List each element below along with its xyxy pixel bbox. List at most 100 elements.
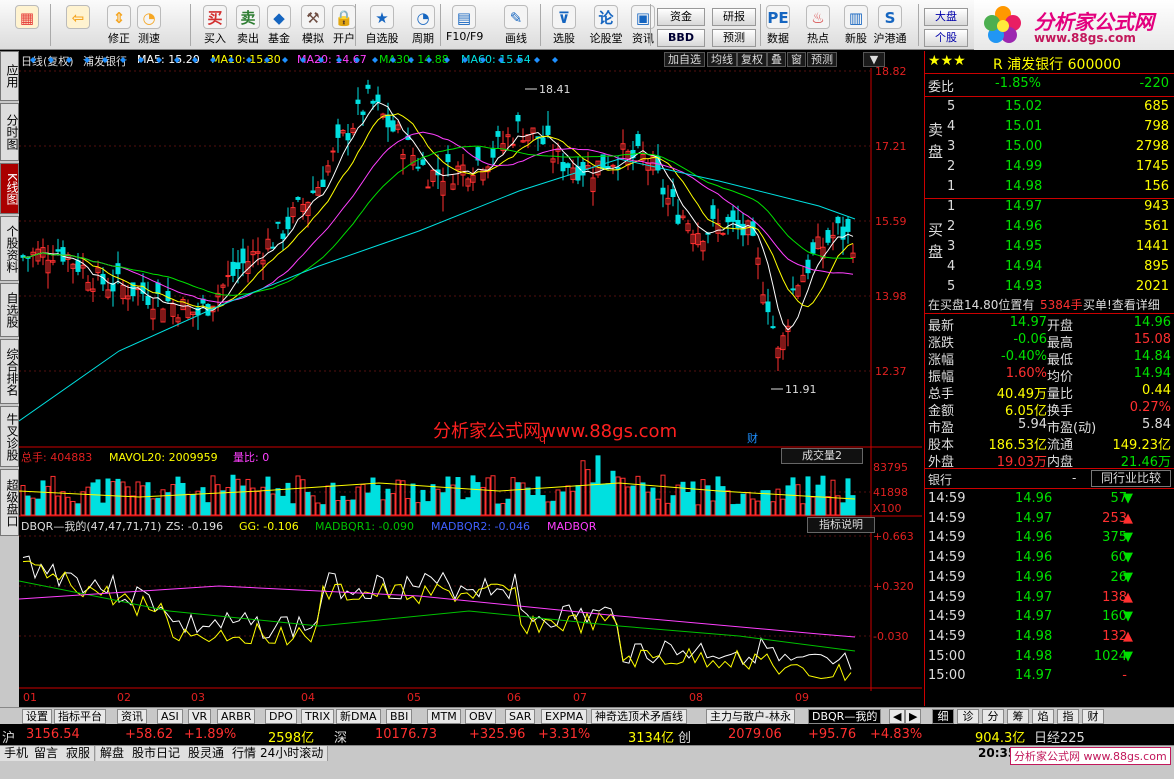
indicator-tab-4[interactable]: VR bbox=[188, 709, 212, 724]
indicator-tab-11[interactable]: OBV bbox=[465, 709, 497, 724]
toolbar-clock-button[interactable]: ◔ 周期 bbox=[405, 2, 441, 48]
stock-code-name: R 浦发银行 600000 bbox=[993, 57, 1122, 73]
toolbar-f10-button[interactable]: ▤ F10/F9 bbox=[446, 2, 483, 48]
volume-bar bbox=[840, 502, 846, 516]
volume-bar bbox=[535, 476, 541, 516]
shortcut-1[interactable]: 留言 bbox=[30, 746, 64, 761]
indicator-tab-15[interactable]: 主力与散户-林永 bbox=[706, 709, 795, 724]
volume-bar bbox=[145, 482, 151, 516]
toolbar-sse-hkex-button[interactable]: S 沪港通 bbox=[872, 2, 908, 48]
indicator-tab-7[interactable]: TRIX bbox=[301, 709, 335, 724]
panel-tab-2[interactable]: 分 bbox=[982, 709, 1004, 724]
volume-bar bbox=[245, 478, 251, 516]
indicator-tab-10[interactable]: MTM bbox=[427, 709, 461, 724]
shortcut-7[interactable]: 24小时滚动 bbox=[256, 746, 329, 761]
weibi-label: 委比 bbox=[928, 80, 955, 95]
volume-bar bbox=[745, 491, 751, 516]
tick-volume: - bbox=[1122, 668, 1127, 684]
panel-tab-4[interactable]: 焰 bbox=[1032, 709, 1054, 724]
sell-row[interactable]: 5 15.02 685 bbox=[925, 99, 1174, 119]
big-order-notice[interactable]: 在买盘14.80位置有 5384手 买单!查看详细 bbox=[925, 295, 1174, 315]
volume-bar bbox=[810, 496, 816, 516]
sell-row[interactable]: 4 15.01 798 bbox=[925, 119, 1174, 139]
buy-row[interactable]: 4 14.94 895 bbox=[925, 259, 1174, 279]
left-tab-4[interactable]: 自选股 bbox=[0, 283, 19, 337]
sell-price: 14.98 bbox=[1005, 179, 1043, 194]
left-tab-0[interactable]: 应用 bbox=[0, 51, 19, 101]
sell-row[interactable]: 2 14.99 1745 bbox=[925, 159, 1174, 179]
shortcut-0[interactable]: 手机 bbox=[0, 746, 34, 761]
indicator-tab-0[interactable]: 设置 bbox=[22, 709, 52, 724]
toolbar-filter-button[interactable]: ⊽ 选股 bbox=[546, 2, 582, 48]
buy-row[interactable]: 3 14.95 1441 bbox=[925, 239, 1174, 259]
indicator-tab-12[interactable]: SAR bbox=[505, 709, 536, 724]
panel-tab-6[interactable]: 财 bbox=[1082, 709, 1104, 724]
toolbar-pen-button[interactable]: ✎ 画线 bbox=[498, 2, 534, 48]
panel-tab-1[interactable]: 诊 bbox=[957, 709, 979, 724]
panel-tab-5[interactable]: 指 bbox=[1057, 709, 1079, 724]
market-index-button[interactable]: 大盘 bbox=[924, 8, 968, 26]
industry-compare-button[interactable]: 同行业比较 bbox=[1091, 470, 1171, 487]
toolbar-buy-button[interactable]: 买买入 bbox=[197, 2, 233, 48]
signal-diamond bbox=[336, 57, 342, 63]
toolbar-back-arrow-button[interactable]: ⇦ bbox=[56, 2, 100, 48]
sell-row[interactable]: 3 15.00 2798 bbox=[925, 139, 1174, 159]
toolbar-new-stock-button[interactable]: ▥ 新股 bbox=[838, 2, 874, 48]
left-tab-2[interactable]: K线图 bbox=[0, 163, 19, 214]
candle-body bbox=[810, 242, 816, 254]
volume-bar bbox=[20, 485, 26, 516]
candle-body bbox=[310, 190, 316, 193]
panel-tab-0[interactable]: 细 bbox=[932, 709, 954, 724]
bottom-shortcut-bar: 手机 留言 寂服 解盘 股市日记 股灵通 行情 24小时滚动 20:35 分析家公式网 www… bbox=[0, 745, 1174, 779]
panel-tab-3[interactable]: 筹 bbox=[1007, 709, 1029, 724]
toolbar-clock-button[interactable]: ◔ 测速 bbox=[131, 2, 167, 48]
indicator-tab-16[interactable]: DBQR—我的 bbox=[808, 709, 882, 724]
left-tab-5[interactable]: 综合排名 bbox=[0, 339, 19, 404]
left-tab-6[interactable]: 牛叉诊股 bbox=[0, 406, 19, 467]
left-tab-3[interactable]: 个股资料 bbox=[0, 216, 19, 281]
shortcut-4[interactable]: 股市日记 bbox=[128, 746, 186, 761]
bbd-button[interactable]: BBD bbox=[657, 29, 705, 47]
kline-chart-area[interactable]: 日线(复权) 浦发银行 MA5: 15.20 MA10: 15.30 MA20:… bbox=[19, 51, 922, 706]
volume-bar bbox=[465, 497, 471, 516]
toolbar-star-folder-button[interactable]: ★ 自选股 bbox=[364, 2, 400, 48]
indicator-tab-2[interactable]: 资讯 bbox=[117, 709, 147, 724]
indicator-tab-5[interactable]: ARBR bbox=[217, 709, 256, 724]
forecast-button[interactable]: 预测 bbox=[712, 29, 756, 47]
left-tab-7[interactable]: 超级盘口 bbox=[0, 469, 19, 536]
indicator-tab-9[interactable]: BBI bbox=[386, 709, 413, 724]
candle-body bbox=[790, 288, 796, 291]
buy-row[interactable]: 1 14.97 943 bbox=[925, 199, 1174, 219]
shortcut-5[interactable]: 股灵通 bbox=[184, 746, 230, 761]
toolbar-fund-button[interactable]: ◆ 基金 bbox=[261, 2, 297, 48]
capital-button[interactable]: 资金 bbox=[657, 8, 705, 26]
shortcut-2[interactable]: 寂服 bbox=[62, 746, 96, 761]
toolbar-separator bbox=[760, 4, 761, 46]
research-report-button[interactable]: 研报 bbox=[712, 8, 756, 26]
indicator-tab-13[interactable]: EXPMA bbox=[541, 709, 588, 724]
candle-body bbox=[285, 216, 291, 230]
tab-scroll-left-icon[interactable]: ◀ bbox=[889, 709, 906, 724]
indicator-tab-8[interactable]: 新DMA bbox=[336, 709, 381, 724]
toolbar-windows-grid-button[interactable]: ▦ bbox=[5, 2, 49, 48]
indicator-help-button[interactable]: 指标说明 bbox=[807, 517, 875, 533]
sell-price: 15.02 bbox=[1005, 99, 1043, 114]
indicator-tab-14[interactable]: 神奇选顶术矛盾线 bbox=[591, 709, 687, 724]
shortcut-3[interactable]: 解盘 bbox=[96, 746, 130, 761]
tab-scroll-right-icon[interactable]: ▶ bbox=[905, 709, 922, 724]
volume-bar bbox=[115, 478, 121, 516]
volume-bar bbox=[70, 500, 76, 516]
left-tab-1[interactable]: 分时图 bbox=[0, 103, 19, 161]
toolbar-pe-button[interactable]: PE 数据 bbox=[760, 2, 796, 48]
sell-row[interactable]: 1 14.98 156 bbox=[925, 179, 1174, 199]
toolbar-lock-button[interactable]: 🔒 开户 bbox=[326, 2, 362, 48]
stock-button[interactable]: 个股 bbox=[924, 29, 968, 47]
indicator-tab-3[interactable]: ASI bbox=[157, 709, 183, 724]
volume-indicator-button[interactable]: 成交量2 bbox=[781, 448, 863, 464]
toolbar-news-button[interactable]: ▣ 资讯 bbox=[625, 2, 661, 48]
indicator-tab-1[interactable]: 指标平台 bbox=[54, 709, 106, 724]
indicator-tab-6[interactable]: DPO bbox=[265, 709, 297, 724]
buy-row[interactable]: 2 14.96 561 bbox=[925, 219, 1174, 239]
toolbar-fire-button[interactable]: ♨ 热点 bbox=[800, 2, 836, 48]
toolbar-forum-button[interactable]: 论论股堂 bbox=[588, 2, 624, 48]
